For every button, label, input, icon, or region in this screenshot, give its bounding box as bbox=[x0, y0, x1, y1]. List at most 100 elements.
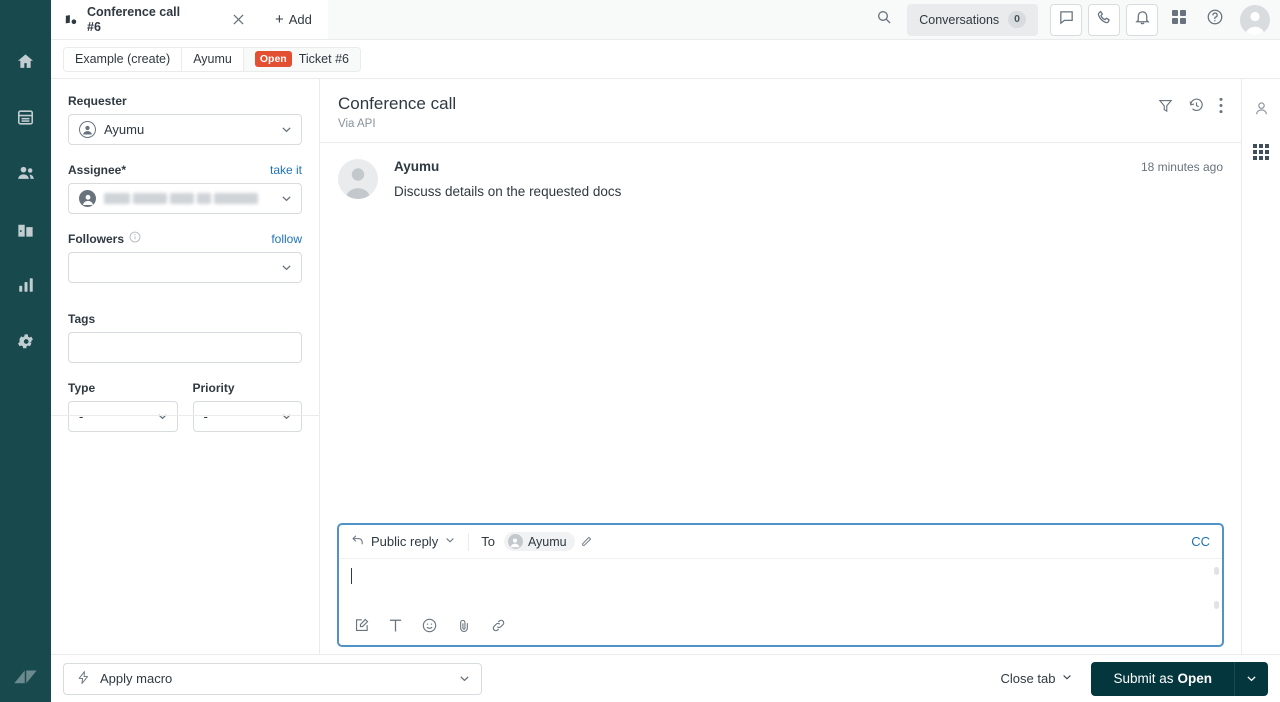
breadcrumb-label: Ticket #6 bbox=[298, 52, 349, 66]
submit-group: Submit as Open bbox=[1091, 661, 1268, 696]
assignee-label: Assignee* bbox=[68, 162, 127, 177]
notifications-button[interactable] bbox=[1126, 3, 1158, 36]
ticket-tab-number: #6 bbox=[87, 19, 101, 34]
attachment-icon[interactable] bbox=[456, 617, 472, 634]
submit-button[interactable]: Submit as Open bbox=[1091, 661, 1234, 696]
submit-options-button[interactable] bbox=[1234, 661, 1268, 696]
followers-select[interactable] bbox=[68, 252, 302, 283]
phone-button[interactable] bbox=[1088, 3, 1120, 36]
avatar bbox=[338, 159, 378, 200]
nav-item-admin[interactable] bbox=[9, 324, 43, 358]
comment-text: Discuss details on the requested docs bbox=[394, 184, 622, 200]
reply-type-dropdown[interactable]: Public reply bbox=[351, 533, 456, 550]
recipient-name: Ayumu bbox=[527, 534, 567, 549]
history-icon[interactable] bbox=[1188, 97, 1205, 114]
chevron-down-icon bbox=[280, 261, 293, 274]
nav-item-organizations[interactable] bbox=[9, 212, 43, 246]
requester-avatar-icon bbox=[79, 121, 96, 138]
body-area: Requester Ayumu Assignee* take it Follow… bbox=[51, 79, 1280, 654]
breadcrumb-item-requester[interactable]: Ayumu bbox=[182, 47, 244, 71]
breadcrumb-label: Example (create) bbox=[75, 52, 171, 66]
phone-icon bbox=[1096, 9, 1113, 31]
conversations-label: Conversations bbox=[919, 12, 1000, 27]
apps-panel-icon[interactable] bbox=[1248, 139, 1274, 165]
reply-input[interactable] bbox=[339, 559, 1222, 617]
close-tab-dropdown[interactable]: Close tab bbox=[1001, 671, 1074, 686]
nav-item-home[interactable] bbox=[9, 44, 43, 78]
type-select[interactable]: - bbox=[68, 401, 178, 432]
ticket-properties-panel: Requester Ayumu Assignee* take it Follow… bbox=[51, 79, 320, 654]
customers-icon bbox=[16, 163, 36, 183]
comment-body: Ayumu 18 minutes ago Discuss details on … bbox=[394, 159, 1223, 202]
topbar-actions: Conversations 0 bbox=[867, 0, 1280, 39]
link-icon[interactable] bbox=[490, 617, 507, 634]
nav-item-views[interactable] bbox=[9, 100, 43, 134]
conversations-button[interactable]: Conversations 0 bbox=[907, 3, 1038, 36]
recipient-pill[interactable]: Ayumu bbox=[503, 532, 575, 551]
apply-macro-select[interactable]: Apply macro bbox=[63, 662, 482, 695]
reporting-icon bbox=[17, 276, 35, 294]
customer-context-icon[interactable] bbox=[1248, 95, 1274, 121]
chat-button[interactable] bbox=[1050, 3, 1082, 36]
chevron-down-icon bbox=[280, 192, 293, 205]
macro-lightning-icon bbox=[76, 670, 91, 688]
assignee-value-redacted bbox=[104, 193, 272, 204]
gear-icon bbox=[16, 332, 35, 351]
scrollbar-bottom-nub[interactable] bbox=[1214, 601, 1219, 609]
emoji-icon[interactable] bbox=[421, 617, 438, 634]
cc-link[interactable]: CC bbox=[1191, 534, 1210, 549]
assignee-select[interactable] bbox=[68, 183, 302, 214]
follow-link[interactable]: follow bbox=[271, 232, 302, 246]
reply-composer[interactable]: Public reply To Ayumu CC bbox=[338, 524, 1223, 646]
conversations-count: 0 bbox=[1008, 11, 1026, 28]
field-type: Type - bbox=[68, 379, 178, 432]
ticket-pane: Conference call Via API Ayumu 18 minutes… bbox=[320, 79, 1241, 654]
field-assignee: Assignee* take it bbox=[68, 161, 302, 214]
nav-item-customers[interactable] bbox=[9, 156, 43, 190]
nav-item-reporting[interactable] bbox=[9, 268, 43, 302]
requester-value: Ayumu bbox=[104, 122, 145, 137]
field-tags: Tags bbox=[68, 310, 302, 363]
info-icon[interactable] bbox=[129, 231, 141, 246]
conversation-list: Ayumu 18 minutes ago Discuss details on … bbox=[320, 143, 1241, 524]
priority-select[interactable]: - bbox=[192, 401, 302, 432]
breadcrumb-item-ticket[interactable]: Open Ticket #6 bbox=[243, 47, 360, 71]
insert-template-icon[interactable] bbox=[353, 617, 370, 634]
search-icon bbox=[876, 9, 892, 30]
apps-button[interactable] bbox=[1164, 5, 1194, 35]
chevron-down-icon bbox=[1061, 671, 1073, 686]
ticket-tab[interactable]: Conference call #6 bbox=[51, 0, 259, 39]
zendesk-logo[interactable] bbox=[0, 663, 51, 690]
footer-bar: Apply macro Close tab Submit as Open bbox=[51, 654, 1280, 702]
page-title: Conference call bbox=[338, 94, 457, 113]
submit-status: Open bbox=[1177, 671, 1212, 686]
close-icon[interactable] bbox=[229, 11, 247, 29]
submit-prefix: Submit as bbox=[1113, 671, 1174, 686]
properties-divider bbox=[51, 415, 319, 416]
search-button[interactable] bbox=[867, 3, 901, 37]
scrollbar-top-nub[interactable] bbox=[1214, 567, 1219, 575]
help-button[interactable] bbox=[1200, 5, 1230, 35]
add-tab-label: Add bbox=[288, 12, 312, 27]
user-avatar[interactable] bbox=[1240, 4, 1270, 35]
breadcrumb-label: Ayumu bbox=[193, 52, 232, 66]
ticket-tab-title: Conference call bbox=[87, 5, 181, 20]
ticket-header-actions bbox=[1157, 93, 1223, 114]
breadcrumb-item-brand[interactable]: Example (create) bbox=[64, 47, 183, 71]
comment-timestamp: 18 minutes ago bbox=[1140, 160, 1223, 175]
requester-select[interactable]: Ayumu bbox=[68, 114, 302, 145]
primary-nav-rail bbox=[0, 0, 51, 702]
ticket-icon bbox=[64, 13, 78, 27]
to-label: To bbox=[481, 534, 495, 549]
text-format-icon[interactable] bbox=[388, 617, 403, 634]
type-priority-row: Type - Priority - bbox=[68, 379, 302, 432]
composer-toolbar bbox=[339, 617, 1222, 645]
take-it-link[interactable]: take it bbox=[270, 163, 302, 177]
tags-input[interactable] bbox=[68, 332, 302, 363]
filter-icon[interactable] bbox=[1157, 97, 1174, 114]
bell-icon bbox=[1134, 9, 1151, 31]
edit-recipients-icon[interactable] bbox=[580, 535, 593, 548]
more-options-icon[interactable] bbox=[1219, 97, 1223, 114]
add-tab-button[interactable]: + Add bbox=[259, 0, 328, 39]
